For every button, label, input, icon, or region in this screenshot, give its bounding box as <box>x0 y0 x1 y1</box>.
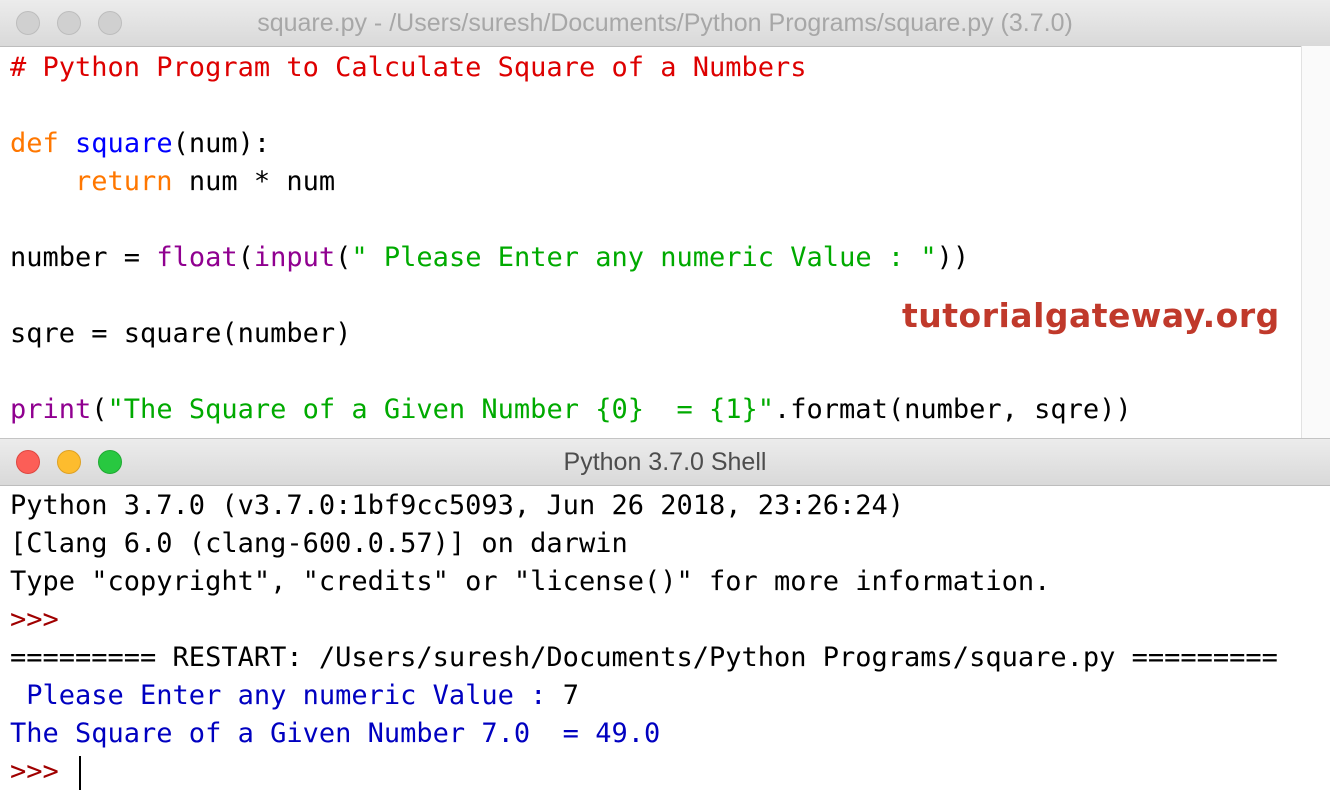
editor-titlebar[interactable]: square.py - /Users/suresh/Documents/Pyth… <box>0 0 1330 47</box>
shell-window: Python 3.7.0 Shell Python 3.7.0 (v3.7.0:… <box>0 438 1330 795</box>
code-line: return num * num <box>10 163 1132 201</box>
code-token: [Clang 6.0 (clang-600.0.57)] on darwin <box>10 528 628 559</box>
code-token: Type "copyright", "credits" or "license(… <box>10 566 1051 597</box>
code-token: sqre = square(number) <box>10 318 352 349</box>
code-token: 7 <box>562 680 579 711</box>
code-token: return <box>75 166 173 197</box>
shell-line: Please Enter any numeric Value : 7 <box>10 677 1278 715</box>
code-token: Please Enter any numeric Value : <box>10 680 563 711</box>
code-token: " Please Enter any numeric Value : " <box>351 242 937 273</box>
code-token: >>> <box>10 756 76 787</box>
code-token: >>> <box>10 604 76 635</box>
code-line: number = float(input(" Please Enter any … <box>10 239 1132 277</box>
shell-line: >>> <box>10 601 1278 639</box>
zoom-button[interactable] <box>98 11 122 35</box>
shell-line: Python 3.7.0 (v3.7.0:1bf9cc5093, Jun 26 … <box>10 487 1278 525</box>
code-token: Python 3.7.0 (v3.7.0:1bf9cc5093, Jun 26 … <box>10 490 905 521</box>
code-token: ( <box>91 394 108 425</box>
shell-line: The Square of a Given Number 7.0 = 49.0 <box>10 715 1278 753</box>
close-button[interactable] <box>16 11 40 35</box>
watermark-logo: tutorialgateway.org <box>902 296 1280 335</box>
shell-titlebar[interactable]: Python 3.7.0 Shell <box>0 439 1330 486</box>
code-line: def square(num): <box>10 125 1132 163</box>
code-token: float <box>156 242 238 273</box>
shell-line: ========= RESTART: /Users/suresh/Documen… <box>10 639 1278 677</box>
code-token: input <box>253 242 336 273</box>
editor-title: square.py - /Users/suresh/Documents/Pyth… <box>257 8 1073 37</box>
code-token: "The Square of a Given Number {0} = {1}" <box>107 394 775 425</box>
code-token: ( <box>335 242 352 273</box>
shell-line: [Clang 6.0 (clang-600.0.57)] on darwin <box>10 525 1278 563</box>
code-token: The Square of a Given Number 7.0 = 49.0 <box>10 718 661 749</box>
minimize-button[interactable] <box>57 450 81 474</box>
code-token: # Python Program to Calculate Square of … <box>10 52 807 83</box>
code-token: ( <box>237 242 254 273</box>
editor-window-controls <box>16 11 122 35</box>
text-cursor <box>79 755 82 790</box>
shell-window-controls <box>16 450 122 474</box>
close-button[interactable] <box>16 450 40 474</box>
code-token: (num): <box>172 128 271 159</box>
zoom-button[interactable] <box>98 450 122 474</box>
shell-line: >>> <box>10 753 1278 791</box>
code-token: ========= RESTART: /Users/suresh/Documen… <box>10 642 1278 673</box>
code-line: # Python Program to Calculate Square of … <box>10 49 1132 87</box>
code-line: print("The Square of a Given Number {0} … <box>10 391 1132 429</box>
shell-title: Python 3.7.0 Shell <box>563 447 767 476</box>
shell-line: Type "copyright", "credits" or "license(… <box>10 563 1278 601</box>
code-token: square <box>75 128 173 159</box>
code-token: )) <box>936 242 970 273</box>
code-token: .format(number, sqre)) <box>774 394 1132 425</box>
shell-output-text[interactable]: Python 3.7.0 (v3.7.0:1bf9cc5093, Jun 26 … <box>10 487 1278 791</box>
code-token: num * num <box>172 166 336 197</box>
code-editor-text[interactable]: # Python Program to Calculate Square of … <box>10 49 1132 429</box>
editor-scrollbar[interactable] <box>1301 46 1330 440</box>
editor-window: square.py - /Users/suresh/Documents/Pyth… <box>0 0 1330 440</box>
minimize-button[interactable] <box>57 11 81 35</box>
code-token: print <box>10 394 92 425</box>
code-token: def <box>10 128 59 159</box>
code-token: number = <box>10 242 157 273</box>
